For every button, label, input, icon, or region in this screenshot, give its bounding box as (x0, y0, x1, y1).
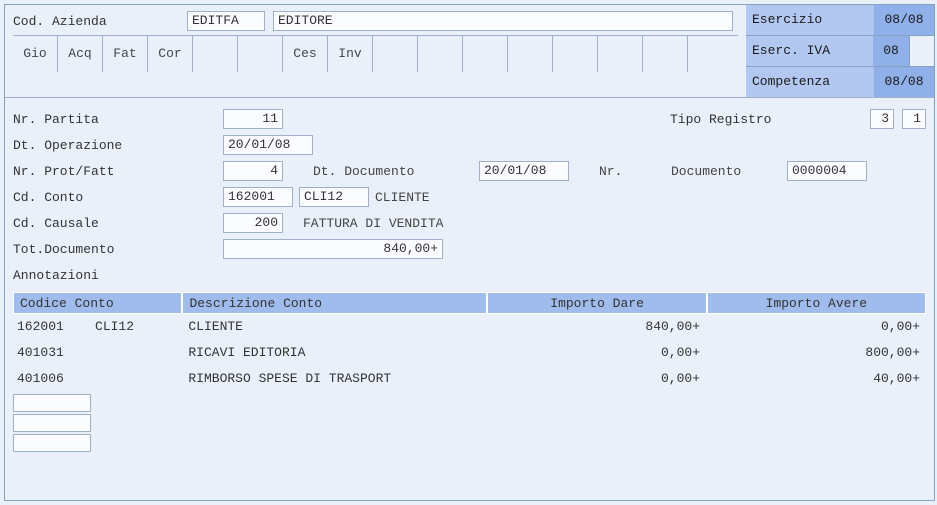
main-panel: Cod. Azienda Gio Acq Fat Cor Ces Inv (4, 4, 935, 501)
annotazioni-label: Annotazioni (13, 268, 99, 283)
table-row[interactable]: 162001 CLI12 CLIENTE 840,00+ 0,00+ (13, 314, 926, 340)
empty-codice-input-3[interactable] (13, 434, 91, 452)
cell-descr: RICAVI EDITORIA (182, 340, 486, 366)
nr-partita-input[interactable] (223, 109, 283, 129)
nr-documento-prefix: Nr. (569, 164, 665, 179)
cd-causale-label: Cd. Causale (13, 216, 223, 231)
header-left: Cod. Azienda Gio Acq Fat Cor Ces Inv (5, 5, 746, 72)
esercizio-value[interactable]: 08/08 (874, 5, 934, 35)
cell-dare: 0,00+ (486, 340, 706, 366)
nr-documento-label: Documento (665, 164, 787, 179)
tab-fat[interactable]: Fat (103, 36, 148, 72)
dt-documento-label: Dt. Documento (283, 164, 479, 179)
dt-operazione-label: Dt. Operazione (13, 138, 223, 153)
cd-conto-b-input[interactable] (299, 187, 369, 207)
tipo-registro-label: Tipo Registro (670, 112, 870, 127)
tab-strip: Gio Acq Fat Cor Ces Inv (13, 35, 738, 72)
col-avere-header: Importo Avere (707, 292, 926, 314)
cd-conto-desc: CLIENTE (369, 190, 436, 205)
nr-prot-fatt-input[interactable] (223, 161, 283, 181)
cell-avere: 0,00+ (706, 314, 926, 340)
cell-dare: 840,00+ (486, 314, 706, 340)
tot-documento-input[interactable] (223, 239, 443, 259)
cd-conto-label: Cd. Conto (13, 190, 223, 205)
cod-azienda-name-input[interactable] (273, 11, 733, 31)
col-descr-header: Descrizione Conto (182, 292, 487, 314)
tipo-registro-a-input[interactable] (870, 109, 894, 129)
tab-empty-4[interactable] (418, 36, 463, 72)
tab-inv[interactable]: Inv (328, 36, 373, 72)
tab-gio[interactable]: Gio (13, 36, 58, 72)
tab-empty-1[interactable] (193, 36, 238, 72)
tab-empty-9[interactable] (643, 36, 688, 72)
tot-documento-label: Tot.Documento (13, 242, 223, 257)
tab-acq[interactable]: Acq (58, 36, 103, 72)
tab-empty-8[interactable] (598, 36, 643, 72)
grid-header: Codice Conto Descrizione Conto Importo D… (13, 292, 926, 314)
table-row[interactable]: 401006 RIMBORSO SPESE DI TRASPORT 0,00+ … (13, 366, 926, 392)
tab-cor[interactable]: Cor (148, 36, 193, 72)
tab-ces[interactable]: Ces (283, 36, 328, 72)
cd-causale-input[interactable] (223, 213, 283, 233)
tipo-registro-b-input[interactable] (902, 109, 926, 129)
exercise-panel: Esercizio 08/08 Eserc. IVA 08 Competenza… (746, 5, 934, 97)
table-row[interactable]: 401031 RICAVI EDITORIA 0,00+ 800,00+ (13, 340, 926, 366)
eserc-iva-label: Eserc. IVA (746, 36, 873, 66)
dt-operazione-input[interactable] (223, 135, 313, 155)
tab-empty-3[interactable] (373, 36, 418, 72)
nr-prot-fatt-label: Nr. Prot/Fatt (13, 164, 223, 179)
eserc-iva-extra (909, 36, 934, 66)
col-codice-header: Codice Conto (13, 292, 182, 314)
cod-azienda-label: Cod. Azienda (13, 14, 187, 29)
competenza-label: Competenza (746, 67, 874, 97)
eserc-iva-value[interactable]: 08 (873, 36, 909, 66)
cell-avere: 800,00+ (706, 340, 926, 366)
tab-empty-5[interactable] (463, 36, 508, 72)
cell-descr: RIMBORSO SPESE DI TRASPORT (182, 366, 486, 392)
empty-codice-input-1[interactable] (13, 394, 91, 412)
cell-codice: 162001 CLI12 (13, 314, 182, 340)
cod-azienda-code-input[interactable] (187, 11, 265, 31)
cell-dare: 0,00+ (486, 366, 706, 392)
grid-body: 162001 CLI12 CLIENTE 840,00+ 0,00+ 40103… (13, 314, 926, 474)
tab-empty-2[interactable] (238, 36, 283, 72)
competenza-value[interactable]: 08/08 (874, 67, 934, 97)
nr-partita-label: Nr. Partita (13, 112, 223, 127)
cell-avere: 40,00+ (706, 366, 926, 392)
cell-codice: 401031 (13, 340, 182, 366)
cell-codice: 401006 (13, 366, 182, 392)
tab-empty-7[interactable] (553, 36, 598, 72)
empty-row-inputs (13, 394, 926, 452)
dt-documento-input[interactable] (479, 161, 569, 181)
tab-empty-10[interactable] (688, 36, 738, 72)
tab-empty-6[interactable] (508, 36, 553, 72)
empty-codice-input-2[interactable] (13, 414, 91, 432)
col-dare-header: Importo Dare (487, 292, 706, 314)
cell-descr: CLIENTE (182, 314, 486, 340)
cd-causale-desc: FATTURA DI VENDITA (283, 216, 449, 231)
esercizio-label: Esercizio (746, 5, 874, 35)
nr-documento-input[interactable] (787, 161, 867, 181)
cd-conto-a-input[interactable] (223, 187, 293, 207)
form-body: Nr. Partita Tipo Registro Dt. Operazione… (5, 97, 934, 482)
header-row: Cod. Azienda Gio Acq Fat Cor Ces Inv (5, 5, 934, 97)
